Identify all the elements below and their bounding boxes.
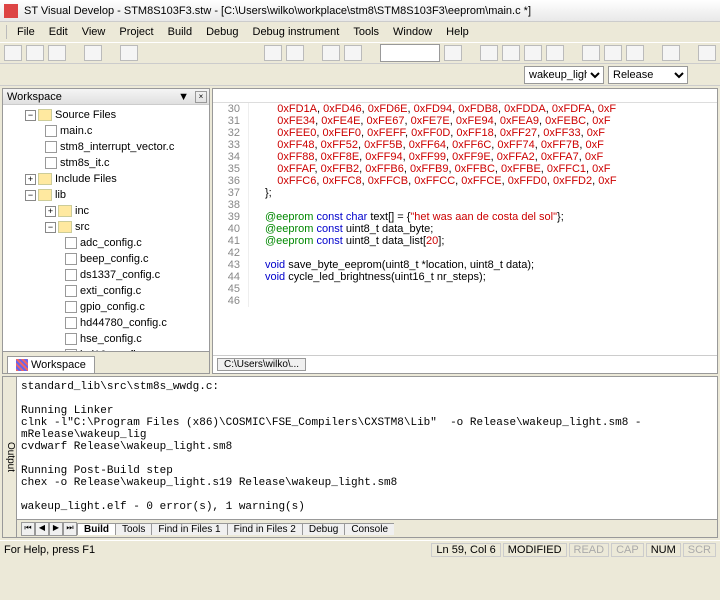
tab-tools[interactable]: Tools	[115, 523, 151, 535]
menu-project[interactable]: Project	[113, 24, 159, 40]
menu-tools[interactable]: Tools	[347, 24, 385, 40]
build-icon[interactable]	[582, 45, 600, 61]
cut-icon[interactable]	[322, 45, 340, 61]
status-cap: CAP	[611, 543, 644, 557]
file-tree[interactable]: −Source Files main.c stm8_interrupt_vect…	[3, 105, 209, 351]
new-icon[interactable]	[4, 45, 22, 61]
bookmark-next-icon[interactable]	[524, 45, 542, 61]
target-select[interactable]: wakeup_light	[524, 66, 604, 84]
tab-console[interactable]: Console	[344, 523, 394, 535]
code-editor[interactable]: 30 0xFD1A, 0xFD46, 0xFD6E, 0xFD94, 0xFDB…	[213, 103, 717, 355]
status-num: NUM	[646, 543, 681, 557]
menu-debug[interactable]: Debug	[200, 24, 244, 40]
tab-find1[interactable]: Find in Files 1	[151, 523, 226, 535]
workspace-title: Workspace	[7, 91, 62, 103]
tab-first-icon[interactable]: ⏮	[21, 522, 35, 536]
output-panel: Output standard_lib\src\stm8s_wwdg.c: Ru…	[2, 376, 718, 538]
menu-debug-instrument[interactable]: Debug instrument	[247, 24, 346, 40]
menubar: File Edit View Project Build Debug Debug…	[0, 22, 720, 42]
tab-debug[interactable]: Debug	[302, 523, 344, 535]
bookmark-prev-icon[interactable]	[502, 45, 520, 61]
status-modified: MODIFIED	[503, 543, 567, 557]
redo-icon[interactable]	[286, 45, 304, 61]
compile-icon[interactable]	[626, 45, 644, 61]
toolbar-2: wakeup_light Release	[0, 64, 720, 86]
status-scr: SCR	[683, 543, 716, 557]
window-title: ST Visual Develop - STM8S103F3.stw - [C:…	[24, 5, 531, 17]
tab-next-icon[interactable]: ▶	[49, 522, 63, 536]
status-pos: Ln 59, Col 6	[431, 543, 500, 557]
shell-icon[interactable]	[698, 45, 716, 61]
titlebar: ST Visual Develop - STM8S103F3.stw - [C:…	[0, 0, 720, 22]
workspace-tab[interactable]: Workspace	[7, 356, 95, 373]
workspace-tab-icon	[16, 359, 28, 371]
save-icon[interactable]	[84, 45, 102, 61]
open-icon[interactable]	[26, 45, 44, 61]
tree-interrupt[interactable]: stm8_interrupt_vector.c	[5, 139, 207, 155]
tree-file[interactable]: gpio_config.c	[5, 299, 207, 315]
status-help: For Help, press F1	[4, 544, 95, 556]
output-text[interactable]: standard_lib\src\stm8s_wwdg.c: Running L…	[17, 377, 717, 519]
menu-view[interactable]: View	[76, 24, 112, 40]
menu-window[interactable]: Window	[387, 24, 438, 40]
tree-file[interactable]: hse_config.c	[5, 331, 207, 347]
tree-file[interactable]: adc_config.c	[5, 235, 207, 251]
menu-help[interactable]: Help	[440, 24, 475, 40]
config-select[interactable]: Release	[608, 66, 688, 84]
tree-file[interactable]: beep_config.c	[5, 251, 207, 267]
find-icon[interactable]	[444, 45, 462, 61]
tree-file[interactable]: exti_config.c	[5, 283, 207, 299]
menu-build[interactable]: Build	[162, 24, 198, 40]
find-combo[interactable]	[380, 44, 440, 62]
output-tabs: ⏮ ◀ ▶ ⏭ Build Tools Find in Files 1 Find…	[17, 519, 717, 537]
app-icon	[4, 4, 18, 18]
settings-icon[interactable]	[662, 45, 680, 61]
workspace-panel: Workspace ▼ × −Source Files main.c stm8_…	[2, 88, 210, 374]
toolbar-1	[0, 42, 720, 64]
tree-itc[interactable]: stm8s_it.c	[5, 155, 207, 171]
output-side-label: Output	[3, 377, 17, 537]
status-read: READ	[569, 543, 610, 557]
editor-file-tab[interactable]: C:\Users\wilko\...	[217, 358, 306, 371]
tab-find2[interactable]: Find in Files 2	[227, 523, 302, 535]
bookmark-clear-icon[interactable]	[546, 45, 564, 61]
statusbar: For Help, press F1 Ln 59, Col 6 MODIFIED…	[0, 540, 720, 558]
tab-prev-icon[interactable]: ◀	[35, 522, 49, 536]
tree-source-files[interactable]: −Source Files	[5, 107, 207, 123]
menu-file[interactable]: File	[11, 24, 41, 40]
tree-lib[interactable]: −lib	[5, 187, 207, 203]
copy-icon[interactable]	[344, 45, 362, 61]
tree-inc[interactable]: +inc	[5, 203, 207, 219]
undo-icon[interactable]	[264, 45, 282, 61]
tree-main-c[interactable]: main.c	[5, 123, 207, 139]
bookmark-icon[interactable]	[480, 45, 498, 61]
folder-icon[interactable]	[48, 45, 66, 61]
close-icon[interactable]: ×	[195, 91, 207, 103]
editor-panel: 30 0xFD1A, 0xFD46, 0xFD6E, 0xFD94, 0xFDB…	[212, 88, 718, 374]
workspace-header: Workspace ▼ ×	[3, 89, 209, 105]
tab-last-icon[interactable]: ⏭	[63, 522, 77, 536]
tree-include-files[interactable]: +Include Files	[5, 171, 207, 187]
tree-file[interactable]: hd44780_config.c	[5, 315, 207, 331]
rebuild-icon[interactable]	[604, 45, 622, 61]
print-icon[interactable]	[120, 45, 138, 61]
tab-build[interactable]: Build	[77, 523, 115, 535]
tree-file[interactable]: ds1337_config.c	[5, 267, 207, 283]
menu-edit[interactable]: Edit	[43, 24, 74, 40]
tree-src[interactable]: −src	[5, 219, 207, 235]
